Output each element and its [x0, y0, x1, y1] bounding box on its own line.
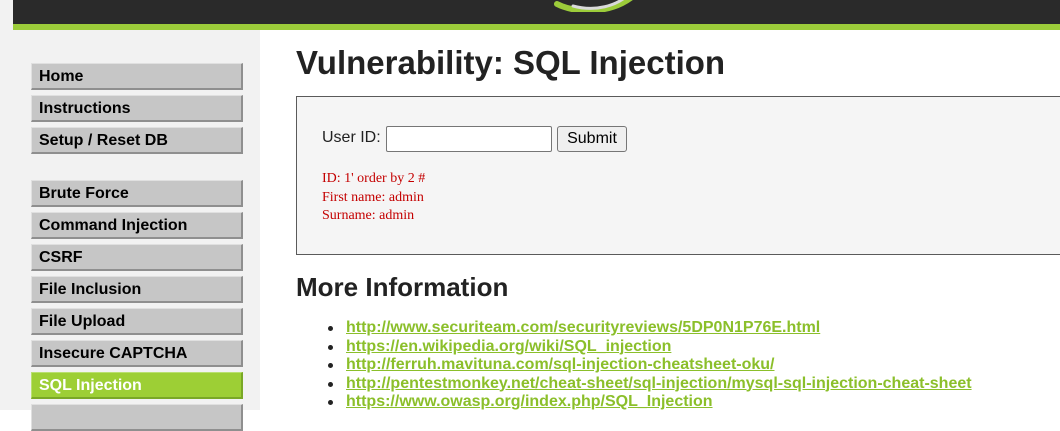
list-item: http://pentestmonkey.net/cheat-sheet/sql… — [326, 375, 972, 394]
result-surname-line: Surname: admin — [322, 208, 415, 223]
bullet-icon — [328, 400, 333, 405]
bullet-icon — [328, 344, 333, 350]
list-item: https://www.owasp.org/index.php/SQL_Inje… — [326, 393, 972, 412]
sidebar-item-sql-injection[interactable]: SQL Injection — [31, 372, 243, 399]
sidebar-item-next[interactable] — [31, 404, 243, 431]
list-item: http://www.securiteam.com/securityreview… — [326, 319, 972, 338]
more-information-links: http://www.securiteam.com/securityreview… — [326, 319, 972, 412]
link-ferruh-mavituna[interactable]: http://ferruh.mavituna.com/sql-injection… — [346, 356, 775, 373]
header-bar — [13, 0, 1060, 24]
query-result: ID: 1' order by 2 # First name: admin Surn… — [322, 170, 425, 226]
user-id-input[interactable] — [386, 126, 552, 152]
bullet-icon — [328, 363, 333, 368]
bullet-icon — [328, 381, 333, 387]
link-pentestmonkey[interactable]: http://pentestmonkey.net/cheat-sheet/sql… — [346, 375, 972, 392]
sidebar-item-instructions[interactable]: Instructions — [31, 95, 243, 122]
sidebar-item-command-injection[interactable]: Command Injection — [31, 212, 243, 239]
vulnerability-panel: User ID: Submit ID: 1' order by 2 # First… — [296, 96, 1060, 255]
sidebar-item-file-inclusion[interactable]: File Inclusion — [31, 276, 243, 303]
user-id-label: User ID: — [322, 129, 381, 146]
sidebar-item-file-upload[interactable]: File Upload — [31, 308, 243, 335]
bullet-icon — [328, 326, 333, 331]
left-gutter — [0, 0, 13, 410]
result-first-name-line: First name: admin — [322, 189, 424, 205]
list-item: http://ferruh.mavituna.com/sql-injection… — [326, 356, 972, 375]
link-owasp[interactable]: https://www.owasp.org/index.php/SQL_Inje… — [346, 393, 713, 410]
dvwa-logo-icon — [554, 0, 633, 12]
page-title: Vulnerability: SQL Injection — [296, 44, 726, 81]
sidebar-item-csrf[interactable]: CSRF — [31, 244, 243, 271]
submit-button[interactable]: Submit — [557, 126, 627, 152]
result-id-line: ID: 1' order by 2 # — [322, 171, 426, 186]
more-information-heading: More Information — [296, 272, 509, 302]
list-item: https://en.wikipedia.org/wiki/SQL_inject… — [326, 338, 972, 357]
sidebar-item-setup-reset-db[interactable]: Setup / Reset DB — [31, 127, 243, 154]
sidebar-item-home[interactable]: Home — [31, 63, 243, 90]
link-securiteam[interactable]: http://www.securiteam.com/securityreview… — [346, 319, 820, 336]
link-wikipedia[interactable]: https://en.wikipedia.org/wiki/SQL_inject… — [346, 338, 671, 355]
sidebar-item-insecure-captcha[interactable]: Insecure CAPTCHA — [31, 340, 243, 367]
sidebar-item-brute-force[interactable]: Brute Force — [31, 180, 243, 207]
